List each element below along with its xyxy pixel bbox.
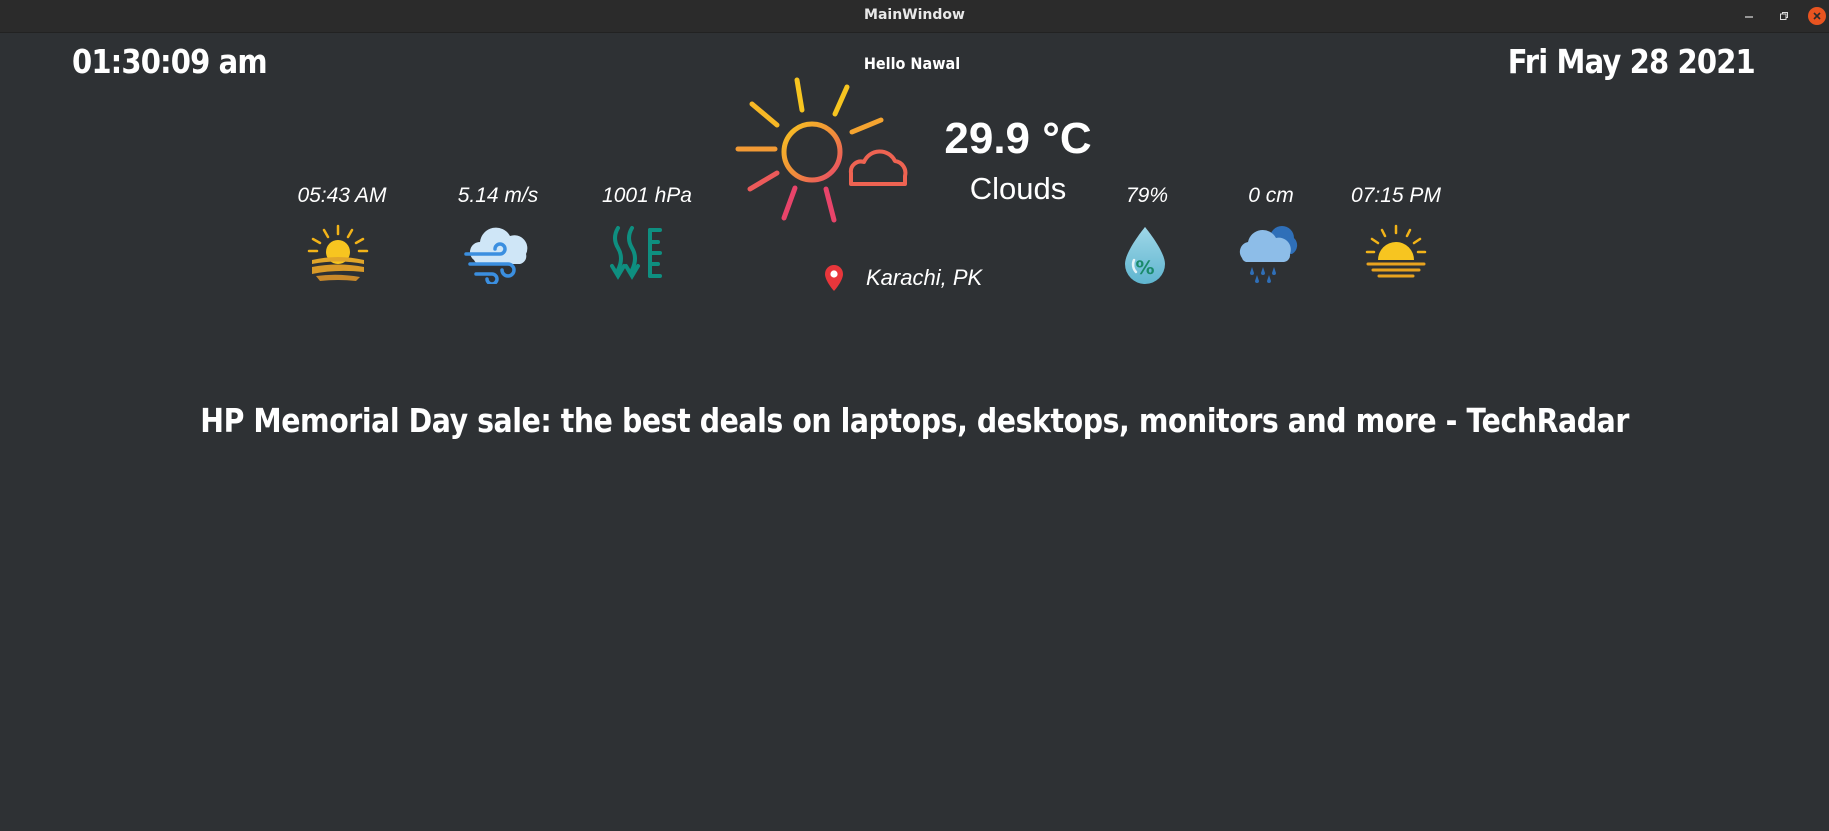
temperature-value: 29.9 °C [944,114,1092,163]
minimize-icon [1745,16,1753,18]
sunrise-icon [307,224,369,281]
sunset-icon [1365,224,1427,278]
close-button[interactable] [1808,7,1826,25]
title-bar: MainWindow [0,0,1829,33]
rain-cloud-icon [1239,226,1298,283]
humidity-drop-icon: % [1125,227,1165,284]
wind-speed: 5.14 m/s [457,184,539,207]
location-pin-icon [825,265,843,291]
restore-icon [1780,12,1788,20]
wind-cloud-icon [464,227,528,284]
sunrise-time: 05:43 AM [297,184,387,207]
sunset-time: 07:15 PM [1351,184,1441,207]
sun-cloud-icon [735,77,908,223]
close-icon [1813,12,1821,20]
svg-text:%: % [1135,257,1154,279]
window-title: MainWindow [864,7,965,23]
news-headline[interactable]: HP Memorial Day sale: the best deals on … [0,401,1829,440]
minimize-button[interactable] [1740,7,1758,25]
news-headline-text: HP Memorial Day sale: the best deals on … [200,401,1629,440]
current-time: 01:30:09 am [72,42,268,81]
maximize-button[interactable] [1775,7,1793,25]
pressure-icon [610,226,662,280]
location-text: Karachi, PK [866,265,983,290]
greeting-text: Hello Nawal [863,54,961,73]
current-date: Fri May 28 2021 [1507,42,1756,81]
pressure-value: 1001 hPa [602,184,692,207]
